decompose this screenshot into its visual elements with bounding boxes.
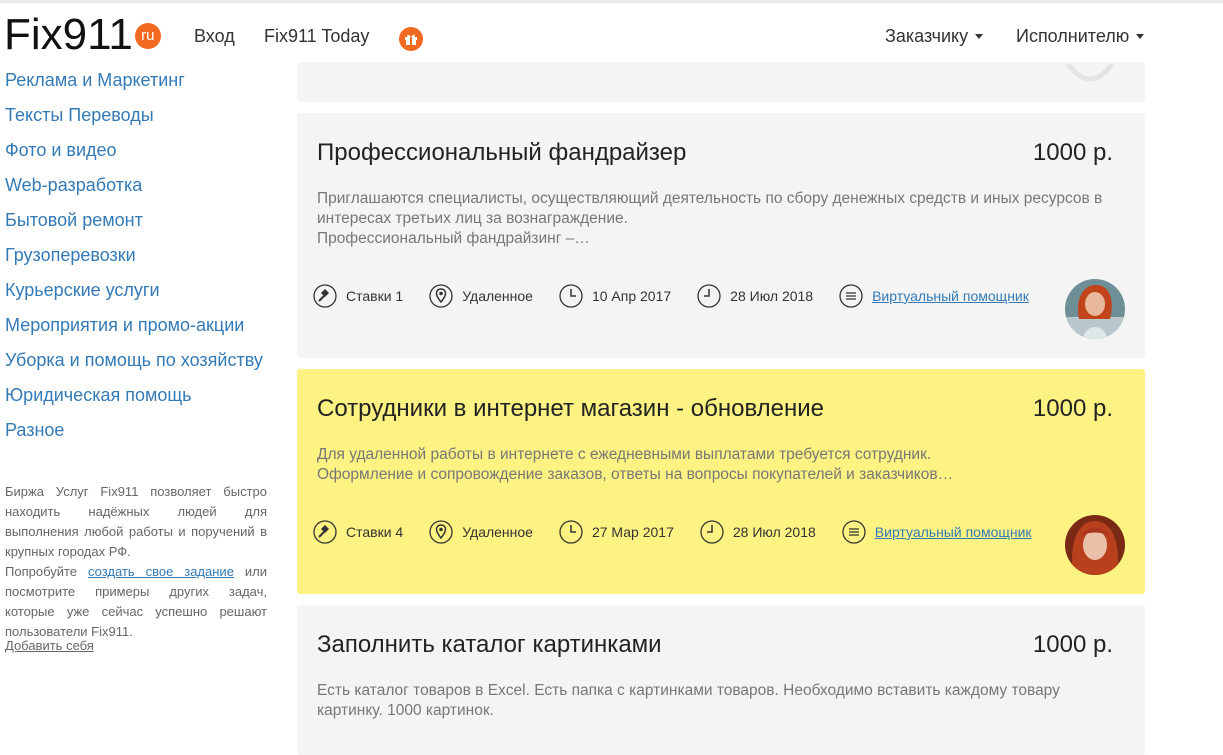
avatar[interactable] <box>1065 515 1125 575</box>
deadline-date: 28 Июл 2018 <box>732 524 816 540</box>
create-task-link[interactable]: создать свое задание <box>88 564 234 579</box>
location-pin-icon <box>429 284 453 308</box>
caret-down-icon <box>975 33 984 39</box>
category-link[interactable]: Грузоперевозки <box>5 240 267 275</box>
task-card[interactable] <box>297 62 1145 102</box>
category-link[interactable]: Курьерские услуги <box>5 275 267 310</box>
bids-text: Ставки 1 <box>346 288 404 304</box>
deadline-item: 28 Июл 2018 <box>697 284 813 308</box>
task-meta: Ставки 4 Удаленное 27 Мар 2017 28 Июл 20… <box>313 520 1058 544</box>
fix911-today-link[interactable]: Fix911 Today <box>264 26 369 47</box>
deadline-date: 28 Июл 2018 <box>730 288 814 304</box>
bids-text: Ставки 4 <box>346 524 404 540</box>
list-icon <box>842 520 866 544</box>
list-icon <box>839 284 863 308</box>
task-card[interactable]: Заполнить каталог картинками 1000 р. Ест… <box>297 605 1145 755</box>
bids-item: Ставки 4 <box>313 520 403 544</box>
clock-icon <box>559 520 583 544</box>
task-meta: Ставки 1 Удаленное 10 Апр 2017 28 Июл 20… <box>313 284 1055 308</box>
login-link[interactable]: Вход <box>194 26 235 47</box>
category-link[interactable]: Разное <box>5 415 267 450</box>
task-description: Приглашаются специалисты, осуществляющий… <box>317 190 1103 247</box>
location-item: Удаленное <box>429 520 533 544</box>
executor-dropdown-label: Исполнителю <box>1016 26 1130 46</box>
header: Fix911 ru Вход Fix911 Today Заказчику Ис… <box>0 3 1223 65</box>
about-try: Попробуйте <box>5 564 88 579</box>
about-paragraph: Биржа Услуг Fix911 позволяет быстро нахо… <box>5 484 267 559</box>
task-price: 1000 р. <box>1032 139 1113 166</box>
category-link[interactable]: Реклама и Маркетинг <box>5 65 267 100</box>
category-link[interactable]: Бытовой ремонт <box>5 205 267 240</box>
created-date: 27 Мар 2017 <box>591 524 674 540</box>
about-text: Биржа Услуг Fix911 позволяет быстро нахо… <box>5 482 267 656</box>
task-price: 1000 р. <box>1032 395 1113 422</box>
category-link[interactable]: Web-разработка <box>5 170 267 205</box>
location-pin-icon <box>429 520 453 544</box>
created-item: 27 Мар 2017 <box>559 520 674 544</box>
category-list: Реклама и Маркетинг Тексты Переводы Фото… <box>5 65 267 450</box>
gavel-icon <box>313 520 337 544</box>
location-text: Удаленное <box>462 524 533 540</box>
created-date: 10 Апр 2017 <box>591 288 672 304</box>
task-description: Для удаленной работы в интернете с ежедн… <box>317 446 954 483</box>
task-card[interactable]: Профессиональный фандрайзер 1000 р. Приг… <box>297 113 1145 358</box>
task-card-highlighted[interactable]: Сотрудники в интернет магазин - обновлен… <box>297 369 1145 594</box>
gift-icon[interactable] <box>399 27 423 51</box>
avatar-placeholder-icon <box>1065 64 1115 82</box>
location-item: Удаленное <box>429 284 533 308</box>
add-self-link[interactable]: Добавить себя <box>5 636 267 656</box>
task-title[interactable]: Заполнить каталог картинками <box>317 631 662 659</box>
customer-dropdown[interactable]: Заказчику <box>885 26 984 47</box>
clock-icon <box>559 284 583 308</box>
clock-icon <box>697 284 721 308</box>
category-item: Виртуальный помощник <box>842 520 1032 544</box>
category-link[interactable]: Мероприятия и промо-акции <box>5 310 267 345</box>
task-title[interactable]: Профессиональный фандрайзер <box>317 139 686 167</box>
gavel-icon <box>313 284 337 308</box>
avatar[interactable] <box>1065 279 1125 339</box>
task-description: Есть каталог товаров в Excel. Есть папка… <box>317 682 1060 719</box>
logo-badge: ru <box>134 23 161 49</box>
caret-down-icon <box>1136 33 1145 39</box>
category-link[interactable]: Тексты Переводы <box>5 100 267 135</box>
task-title[interactable]: Сотрудники в интернет магазин - обновлен… <box>317 395 824 423</box>
bids-item: Ставки 1 <box>313 284 403 308</box>
clock-icon <box>700 520 724 544</box>
logo[interactable]: Fix911 ru <box>4 11 161 61</box>
task-price: 1000 р. <box>1032 631 1113 658</box>
category-link[interactable]: Уборка и помощь по хозяйству <box>5 345 267 380</box>
customer-dropdown-label: Заказчику <box>885 26 969 46</box>
deadline-item: 28 Июл 2018 <box>700 520 816 544</box>
location-text: Удаленное <box>462 288 533 304</box>
logo-text: Fix911 <box>4 10 133 59</box>
category-link[interactable]: Юридическая помощь <box>5 380 267 415</box>
created-item: 10 Апр 2017 <box>559 284 671 308</box>
category-link[interactable]: Виртуальный помощник <box>875 524 1032 540</box>
executor-dropdown[interactable]: Исполнителю <box>1016 26 1145 47</box>
category-item: Виртуальный помощник <box>839 284 1029 308</box>
category-link[interactable]: Фото и видео <box>5 135 267 170</box>
sidebar: Реклама и Маркетинг Тексты Переводы Фото… <box>5 65 267 450</box>
category-link[interactable]: Виртуальный помощник <box>872 288 1029 304</box>
